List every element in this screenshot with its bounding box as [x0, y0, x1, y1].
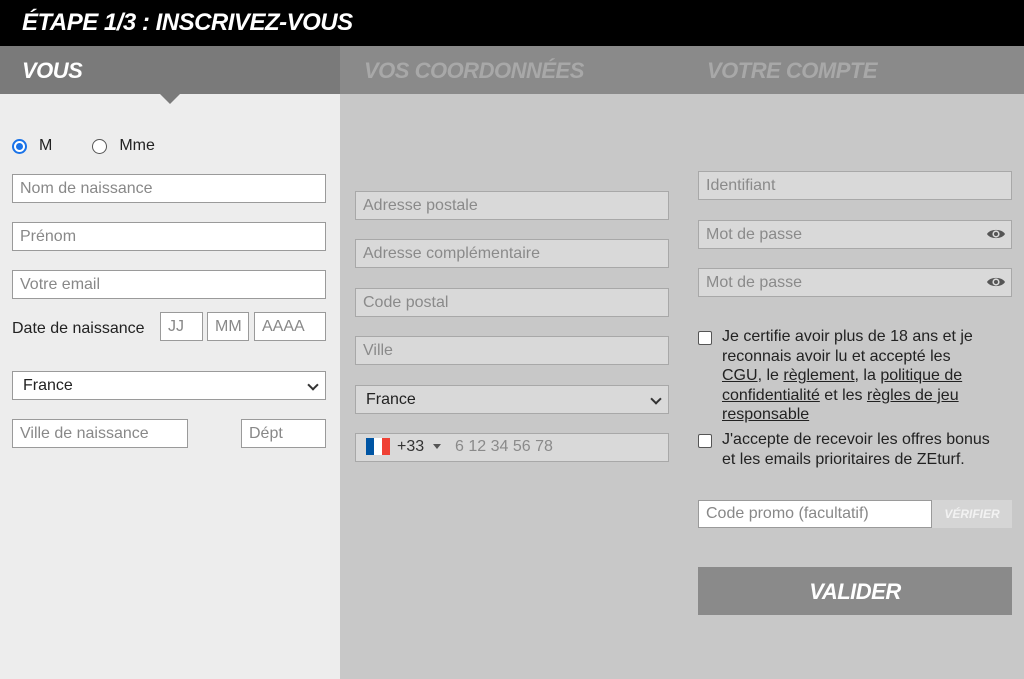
cgu-link[interactable]: CGU [722, 367, 758, 384]
country-value: France [366, 391, 416, 408]
regles-jeu-link[interactable]: règles de jeu [867, 387, 959, 404]
tab-vos-coordonnees[interactable]: VOS COORDONNÉES [364, 46, 584, 94]
submit-button[interactable]: VALIDER [698, 567, 1012, 615]
email-input[interactable]: Votre email [12, 270, 326, 299]
caret-down-icon[interactable] [433, 444, 441, 449]
password-input[interactable]: Mot de passe [698, 220, 1012, 249]
offers-checkbox[interactable] [698, 434, 712, 448]
country-select[interactable]: France [355, 385, 669, 414]
city-input[interactable]: Ville [355, 336, 669, 365]
active-tab-pointer [160, 94, 180, 104]
username-input[interactable]: Identifiant [698, 171, 1012, 200]
radio-mme[interactable] [92, 138, 108, 154]
responsable-link[interactable]: responsable [722, 406, 809, 423]
reglement-link[interactable]: règlement [783, 367, 854, 384]
page-header: ÉTAPE 1/3 : INSCRIVEZ-VOUS [0, 0, 1024, 46]
eye-icon[interactable] [986, 275, 1006, 289]
certify-sep1: , le [757, 367, 784, 384]
birth-country-value: France [23, 377, 73, 394]
certify-checkbox[interactable] [698, 331, 712, 345]
radio-mme-label: Mme [119, 137, 155, 154]
politique-link[interactable]: politique de [880, 367, 962, 384]
phone-country-code[interactable]: +33 [397, 438, 424, 456]
radio-m-label: M [39, 137, 53, 154]
address-input[interactable]: Adresse postale [355, 191, 669, 220]
tab-votre-compte[interactable]: VOTRE COMPTE [707, 46, 878, 94]
confidentialite-link[interactable]: confidentialité [722, 387, 820, 404]
first-name-input[interactable]: Prénom [12, 222, 326, 251]
certify-sep3: et les [819, 386, 867, 404]
dob-day-input[interactable]: JJ [160, 312, 203, 341]
certify-text: Je certifie avoir plus de 18 ans et je r… [722, 327, 1012, 425]
birth-name-input[interactable]: Nom de naissance [12, 174, 326, 203]
offers-text-line2: et les emails prioritaires de ZEturf. [722, 450, 965, 468]
tab-vous[interactable]: VOUS [0, 46, 340, 94]
offers-text-line1: J'accepte de recevoir les offres bonus [722, 431, 990, 448]
phone-placeholder: 6 12 34 56 78 [455, 438, 553, 455]
france-flag-icon[interactable] [366, 438, 390, 455]
dob-year-input[interactable]: AAAA [254, 312, 326, 341]
promo-code-input[interactable]: Code promo (facultatif) [698, 500, 932, 528]
address2-input[interactable]: Adresse complémentaire [355, 239, 669, 268]
chevron-down-icon [650, 393, 662, 405]
dob-month-input[interactable]: MM [207, 312, 249, 341]
dept-input[interactable]: Dépt [241, 419, 326, 448]
certify-sep2: , la [854, 367, 881, 384]
password-confirm-input[interactable]: Mot de passe [698, 268, 1012, 297]
civility-group: M Mme [12, 136, 155, 156]
birth-city-input[interactable]: Ville de naissance [12, 419, 188, 448]
certify-text-line1: Je certifie avoir plus de 18 ans et je [722, 328, 973, 345]
step-tabs: VOUS VOS COORDONNÉES VOTRE COMPTE [0, 46, 1024, 94]
verify-button[interactable]: VÉRIFIER [932, 500, 1012, 528]
chevron-down-icon [307, 379, 319, 391]
page-title: ÉTAPE 1/3 : INSCRIVEZ-VOUS [22, 9, 353, 36]
radio-m[interactable] [12, 138, 27, 154]
certify-text-line2: reconnais avoir lu et accepté les [722, 347, 951, 365]
eye-icon[interactable] [986, 227, 1006, 241]
dob-label: Date de naissance [12, 320, 145, 337]
birth-country-select[interactable]: France [12, 371, 326, 400]
offers-text: J'accepte de recevoir les offres bonus e… [722, 430, 1012, 469]
postal-code-input[interactable]: Code postal [355, 288, 669, 317]
